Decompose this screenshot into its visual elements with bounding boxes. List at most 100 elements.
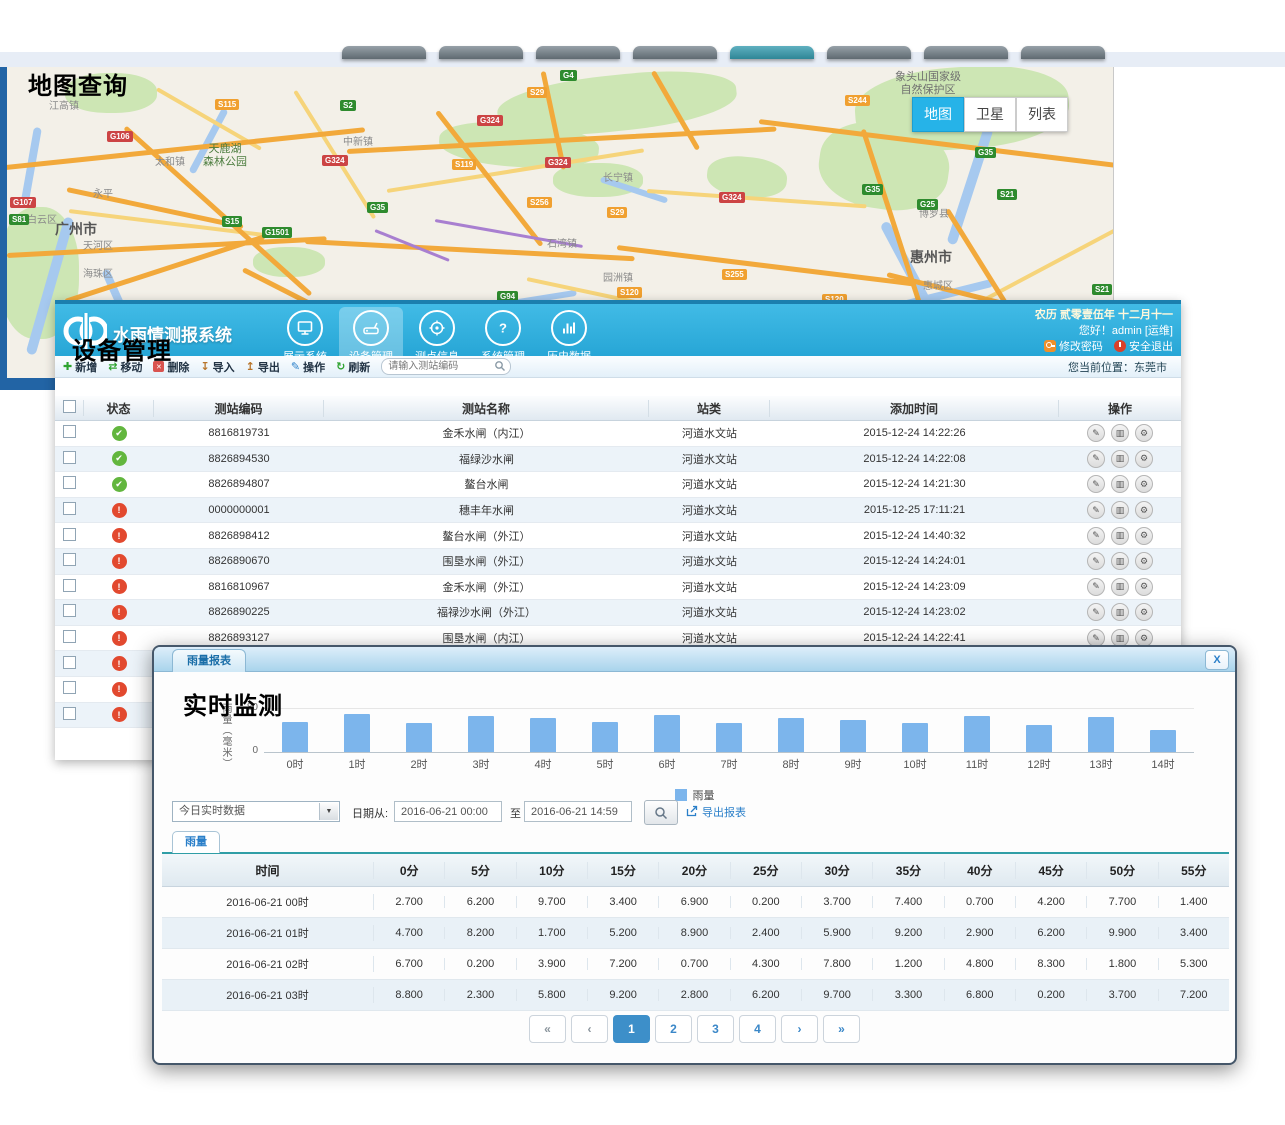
edit-icon[interactable]: ✎ <box>1087 603 1105 621</box>
road-shield: G324 <box>477 115 503 126</box>
settings-icon[interactable]: ⚙ <box>1135 475 1153 493</box>
top-tab[interactable] <box>439 46 523 59</box>
row-checkbox[interactable] <box>63 579 76 592</box>
x-tick-label: 14时 <box>1132 756 1194 772</box>
edit-icon[interactable]: ✎ <box>1087 578 1105 596</box>
tab-rainfall-report[interactable]: 雨量报表 <box>172 649 246 672</box>
settings-icon[interactable]: ⚙ <box>1135 501 1153 519</box>
export-icon: ↥ <box>246 360 255 373</box>
x-tick-label: 2时 <box>388 756 450 772</box>
status-error-icon: ! <box>112 579 127 594</box>
toolbar-edit-button[interactable]: ✎操作 <box>291 359 325 375</box>
search-icon[interactable] <box>494 360 506 375</box>
x-tick-label: 0时 <box>264 756 326 772</box>
settings-icon[interactable]: ⚙ <box>1135 450 1153 468</box>
settings-icon[interactable]: ⚙ <box>1135 527 1153 545</box>
tab-rainfall[interactable]: 雨量 <box>172 831 220 853</box>
status-cell: ! <box>84 503 154 518</box>
edit-icon[interactable]: ✎ <box>1087 552 1105 570</box>
top-tab[interactable] <box>1021 46 1105 59</box>
rain-bar <box>778 718 804 752</box>
table-row[interactable]: ✔8816819731金禾水闸（内江）河道水文站2015-12-24 14:22… <box>55 421 1181 447</box>
table-row[interactable]: ✔8826894530福绿沙水闸河道水文站2015-12-24 14:22:08… <box>55 447 1181 473</box>
row-checkbox[interactable] <box>63 656 76 669</box>
delete-icon[interactable]: ▥ <box>1111 501 1129 519</box>
rainfall-row[interactable]: 2016-06-21 03时8.8002.3005.8009.2002.8006… <box>162 980 1229 1011</box>
rainfall-value-cell: 4.300 <box>731 958 802 970</box>
edit-icon[interactable]: ✎ <box>1087 527 1105 545</box>
row-actions-cell: ✎ ▥ ⚙ <box>1059 475 1181 493</box>
page-button-1[interactable]: 1 <box>613 1015 650 1043</box>
top-tab[interactable] <box>342 46 426 59</box>
top-tab[interactable] <box>924 46 1008 59</box>
rainfall-row[interactable]: 2016-06-21 01时4.7008.2001.7005.2008.9002… <box>162 918 1229 949</box>
edit-icon[interactable]: ✎ <box>1087 424 1105 442</box>
edit-icon[interactable]: ✎ <box>1087 475 1105 493</box>
settings-icon[interactable]: ⚙ <box>1135 552 1153 570</box>
export-report-link[interactable]: 导出报表 <box>686 804 746 820</box>
delete-icon[interactable]: ▥ <box>1111 603 1129 621</box>
table-row[interactable]: !8826890670围垦水闸（外江）河道水文站2015-12-24 14:24… <box>55 549 1181 575</box>
map-type-controls: 地图卫星列表 <box>912 97 1068 132</box>
row-checkbox[interactable] <box>63 630 76 643</box>
row-checkbox[interactable] <box>63 528 76 541</box>
delete-icon[interactable]: ▥ <box>1111 450 1129 468</box>
top-tab[interactable] <box>633 46 717 59</box>
delete-icon[interactable]: ▥ <box>1111 552 1129 570</box>
page-button-prev[interactable]: ‹ <box>571 1015 608 1043</box>
status-cell: ! <box>84 605 154 620</box>
toolbar-import-button[interactable]: ↧导入 <box>200 359 234 375</box>
row-checkbox[interactable] <box>63 476 76 489</box>
map-type-button-satellite[interactable]: 卫星 <box>964 97 1016 132</box>
page-button-last[interactable]: » <box>823 1015 860 1043</box>
table-row[interactable]: !0000000001穗丰年水闸河道水文站2015-12-25 17:11:21… <box>55 498 1181 524</box>
change-password-link[interactable]: 修改密码 <box>1059 341 1103 353</box>
delete-icon[interactable]: ▥ <box>1111 578 1129 596</box>
logout-link[interactable]: 安全退出 <box>1129 341 1173 353</box>
edit-icon[interactable]: ✎ <box>1087 450 1105 468</box>
row-checkbox[interactable] <box>63 681 76 694</box>
row-checkbox[interactable] <box>63 502 76 515</box>
settings-icon[interactable]: ⚙ <box>1135 424 1153 442</box>
delete-icon[interactable]: ▥ <box>1111 424 1129 442</box>
date-to-input[interactable] <box>524 801 632 822</box>
page-button-4[interactable]: 4 <box>739 1015 776 1043</box>
top-tab[interactable] <box>536 46 620 59</box>
top-tab[interactable] <box>730 46 814 59</box>
map-type-button-map[interactable]: 地图 <box>912 97 964 132</box>
page-button-3[interactable]: 3 <box>697 1015 734 1043</box>
row-checkbox[interactable] <box>63 553 76 566</box>
edit-icon[interactable]: ✎ <box>1087 501 1105 519</box>
row-checkbox[interactable] <box>63 425 76 438</box>
table-row[interactable]: ✔8826894807鳌台水闸河道水文站2015-12-24 14:21:30✎… <box>55 472 1181 498</box>
station-code-cell: 0000000001 <box>154 504 324 516</box>
page-button-2[interactable]: 2 <box>655 1015 692 1043</box>
delete-icon[interactable]: ▥ <box>1111 475 1129 493</box>
date-from-input[interactable] <box>394 801 502 822</box>
toolbar-export-button[interactable]: ↥导出 <box>246 359 280 375</box>
table-row[interactable]: !8826890225福禄沙水闸（外江）河道水文站2015-12-24 14:2… <box>55 600 1181 626</box>
toolbar-refresh-button[interactable]: ↻刷新 <box>336 359 370 375</box>
table-row[interactable]: !8826898412鳌台水闸（外江）河道水文站2015-12-24 14:40… <box>55 523 1181 549</box>
rainfall-row[interactable]: 2016-06-21 00时2.7006.2009.7003.4006.9000… <box>162 887 1229 918</box>
top-tab[interactable] <box>827 46 911 59</box>
data-mode-select[interactable]: 今日实时数据 ▼ <box>172 801 340 822</box>
select-all-checkbox[interactable] <box>63 400 76 413</box>
close-icon[interactable]: X <box>1205 650 1229 670</box>
add-time-cell: 2015-12-24 14:22:26 <box>770 427 1059 439</box>
rainfall-row[interactable]: 2016-06-21 02时6.7000.2003.9007.2000.7004… <box>162 949 1229 980</box>
station-search-input[interactable] <box>381 358 511 375</box>
map-type-button-list[interactable]: 列表 <box>1016 97 1068 132</box>
page-button-next[interactable]: › <box>781 1015 818 1043</box>
column-header: 测站名称 <box>324 400 649 417</box>
table-row[interactable]: !8816810967金禾水闸（外江）河道水文站2015-12-24 14:23… <box>55 575 1181 601</box>
page-button-first[interactable]: « <box>529 1015 566 1043</box>
delete-icon[interactable]: ▥ <box>1111 527 1129 545</box>
row-checkbox[interactable] <box>63 451 76 464</box>
search-button[interactable] <box>644 800 678 825</box>
settings-icon[interactable]: ⚙ <box>1135 578 1153 596</box>
row-checkbox[interactable] <box>63 604 76 617</box>
row-checkbox[interactable] <box>63 707 76 720</box>
rainfall-column-header: 20分 <box>659 862 730 879</box>
settings-icon[interactable]: ⚙ <box>1135 603 1153 621</box>
